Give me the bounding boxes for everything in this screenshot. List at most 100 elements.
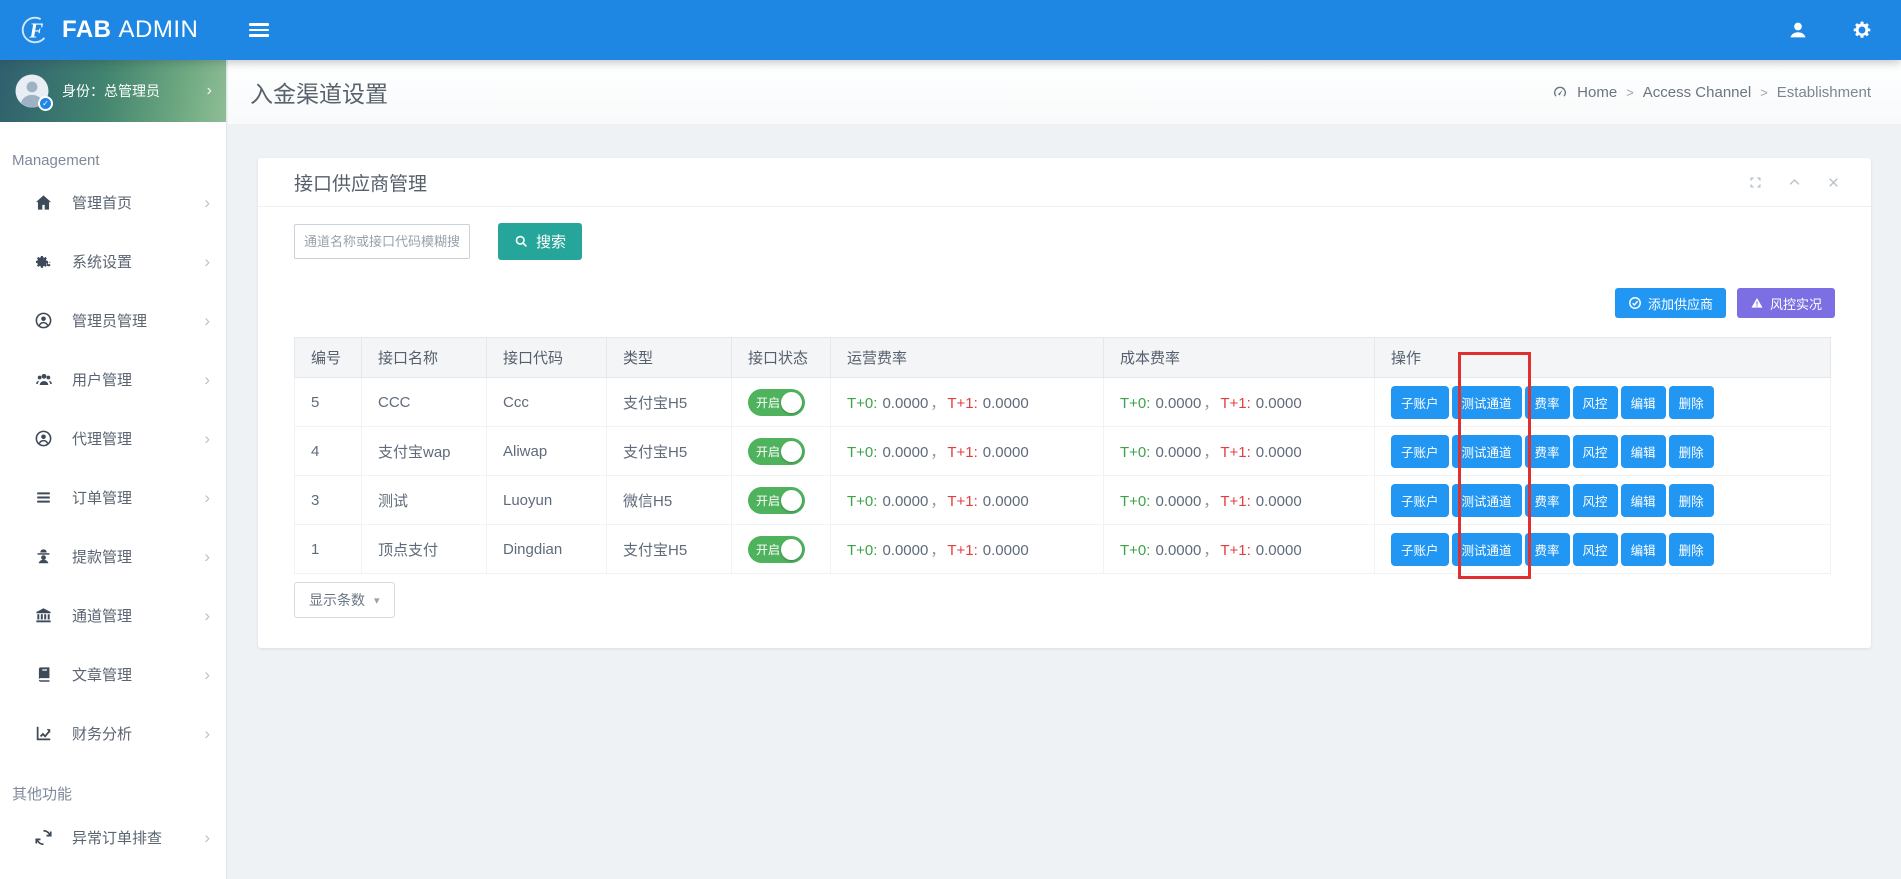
table-row: 4支付宝wapAliwap支付宝H5开启T+0:0.0000，T+1:0.000…	[295, 427, 1831, 476]
user-icon[interactable]	[1787, 19, 1809, 41]
breadcrumb: Home > Access Channel > Establishment	[1552, 84, 1871, 101]
edit-button[interactable]: 编辑	[1621, 484, 1666, 517]
page-size-dropdown[interactable]: 显示条数 ▾	[294, 582, 395, 618]
rate-button[interactable]: 费率	[1525, 533, 1570, 566]
dashboard-icon	[1552, 84, 1568, 100]
cell-interface-name: 顶点支付	[362, 525, 487, 574]
cell-id: 5	[295, 378, 362, 427]
sidebar-item-withdrawal-management[interactable]: 提款管理›	[0, 527, 226, 586]
breadcrumb-item: Establishment	[1777, 84, 1871, 101]
subaccount-button[interactable]: 子账户	[1391, 435, 1449, 468]
t1-label: T+1:	[947, 542, 977, 559]
column-header: 接口代码	[487, 338, 607, 378]
supplier-management-card: 接口供应商管理	[258, 158, 1871, 648]
risk-control-button[interactable]: 风控	[1573, 484, 1618, 517]
search-button[interactable]: 搜索	[498, 223, 582, 260]
sidebar-item-order-management[interactable]: 订单管理›	[0, 468, 226, 527]
risk-control-button[interactable]: 风控	[1573, 386, 1618, 419]
avatar: ✓	[14, 73, 50, 109]
table-row: 1顶点支付Dingdian支付宝H5开启T+0:0.0000，T+1:0.000…	[295, 525, 1831, 574]
edit-button[interactable]: 编辑	[1621, 386, 1666, 419]
cell-status: 开启	[732, 525, 831, 574]
sidebar-item-label: 管理首页	[72, 192, 204, 213]
breadcrumb-item[interactable]: Access Channel	[1643, 84, 1751, 101]
gears-icon	[34, 252, 58, 271]
sidebar-item-channel-management[interactable]: 通道管理›	[0, 586, 226, 645]
subaccount-button[interactable]: 子账户	[1391, 386, 1449, 419]
delete-button[interactable]: 删除	[1669, 484, 1714, 517]
test-channel-button[interactable]: 测试通道	[1452, 533, 1522, 566]
cell-interface-code: Aliwap	[487, 427, 607, 476]
status-toggle[interactable]: 开启	[748, 487, 805, 514]
sidebar-item-system-settings[interactable]: 系统设置›	[0, 232, 226, 291]
rate-button[interactable]: 费率	[1525, 386, 1570, 419]
chevron-right-icon: ›	[204, 311, 210, 331]
column-header: 成本费率	[1104, 338, 1375, 378]
rate-button[interactable]: 费率	[1525, 484, 1570, 517]
cell-operating-rate: T+0:0.0000，T+1:0.0000	[831, 476, 1104, 525]
brand[interactable]: F FABADMIN	[0, 13, 227, 47]
sidebar-item-label: 管理员管理	[72, 310, 204, 331]
t1-value: 0.0000	[1256, 444, 1302, 461]
chevron-right-icon: ›	[204, 193, 210, 213]
expand-icon[interactable]	[1748, 175, 1763, 190]
cell-status: 开启	[732, 427, 831, 476]
sidebar-item-label: 文章管理	[72, 664, 204, 685]
cell-id: 1	[295, 525, 362, 574]
risk-control-button[interactable]: 风控	[1573, 533, 1618, 566]
edit-button[interactable]: 编辑	[1621, 435, 1666, 468]
rate-separator: ，	[1203, 493, 1218, 510]
chevron-right-icon: ›	[204, 828, 210, 848]
breadcrumb-separator: >	[1626, 85, 1634, 100]
status-toggle[interactable]: 开启	[748, 536, 805, 563]
admin-screen: F FABADMIN ✓ 身份：总管理员 › Management管理首页›系统…	[0, 0, 1901, 879]
rate-separator: ，	[930, 444, 945, 461]
status-toggle[interactable]: 开启	[748, 389, 805, 416]
sidebar-item-abnormal-order-check[interactable]: 异常订单排查›	[0, 808, 226, 867]
cell-cost-rate: T+0:0.0000，T+1:0.0000	[1104, 378, 1375, 427]
rate-button[interactable]: 费率	[1525, 435, 1570, 468]
breadcrumb-item[interactable]: Home	[1577, 84, 1617, 101]
add-supplier-button[interactable]: 添加供应商	[1615, 288, 1726, 318]
chevron-right-icon: ›	[204, 429, 210, 449]
profile-panel[interactable]: ✓ 身份：总管理员 ›	[0, 60, 226, 122]
sidebar-item-admin-management[interactable]: 管理员管理›	[0, 291, 226, 350]
t0-value: 0.0000	[1155, 542, 1201, 559]
delete-button[interactable]: 删除	[1669, 386, 1714, 419]
sidebar-item-financial-analysis[interactable]: 财务分析›	[0, 704, 226, 763]
test-channel-button[interactable]: 测试通道	[1452, 386, 1522, 419]
t1-value: 0.0000	[1256, 493, 1302, 510]
edit-button[interactable]: 编辑	[1621, 533, 1666, 566]
risk-control-button[interactable]: 风控	[1573, 435, 1618, 468]
settings-gear-icon[interactable]	[1851, 19, 1873, 41]
sidebar-item-user-management[interactable]: 用户管理›	[0, 350, 226, 409]
column-header: 操作	[1375, 338, 1831, 378]
risk-live-button[interactable]: 风控实况	[1737, 288, 1835, 318]
search-input[interactable]	[294, 224, 470, 259]
chevron-right-icon: ›	[204, 547, 210, 567]
t0-label: T+0:	[847, 493, 877, 510]
collapse-icon[interactable]	[1787, 175, 1802, 190]
user-circle-icon	[34, 311, 58, 330]
test-channel-button[interactable]: 测试通道	[1452, 484, 1522, 517]
bank-icon	[34, 606, 58, 625]
breadcrumb-separator: >	[1760, 85, 1768, 100]
delete-button[interactable]: 删除	[1669, 533, 1714, 566]
sidebar-item-agent-management[interactable]: 代理管理›	[0, 409, 226, 468]
main-content: 入金渠道设置 Home>Access Channel>Establishment…	[228, 60, 1901, 879]
close-icon[interactable]	[1826, 175, 1841, 190]
sidebar-item-dashboard[interactable]: 管理首页›	[0, 173, 226, 232]
sidebar-toggle-icon[interactable]	[249, 23, 269, 37]
sidebar: ✓ 身份：总管理员 › Management管理首页›系统设置›管理员管理›用户…	[0, 60, 227, 879]
toggle-knob	[781, 441, 802, 462]
menu-section-label: 其他功能	[12, 783, 226, 804]
subaccount-button[interactable]: 子账户	[1391, 484, 1449, 517]
status-toggle[interactable]: 开启	[748, 438, 805, 465]
svg-text:F: F	[28, 20, 43, 43]
sidebar-item-article-management[interactable]: 文章管理›	[0, 645, 226, 704]
test-channel-button[interactable]: 测试通道	[1452, 435, 1522, 468]
subaccount-button[interactable]: 子账户	[1391, 533, 1449, 566]
rate-separator: ，	[1203, 395, 1218, 412]
delete-button[interactable]: 删除	[1669, 435, 1714, 468]
column-header: 编号	[295, 338, 362, 378]
